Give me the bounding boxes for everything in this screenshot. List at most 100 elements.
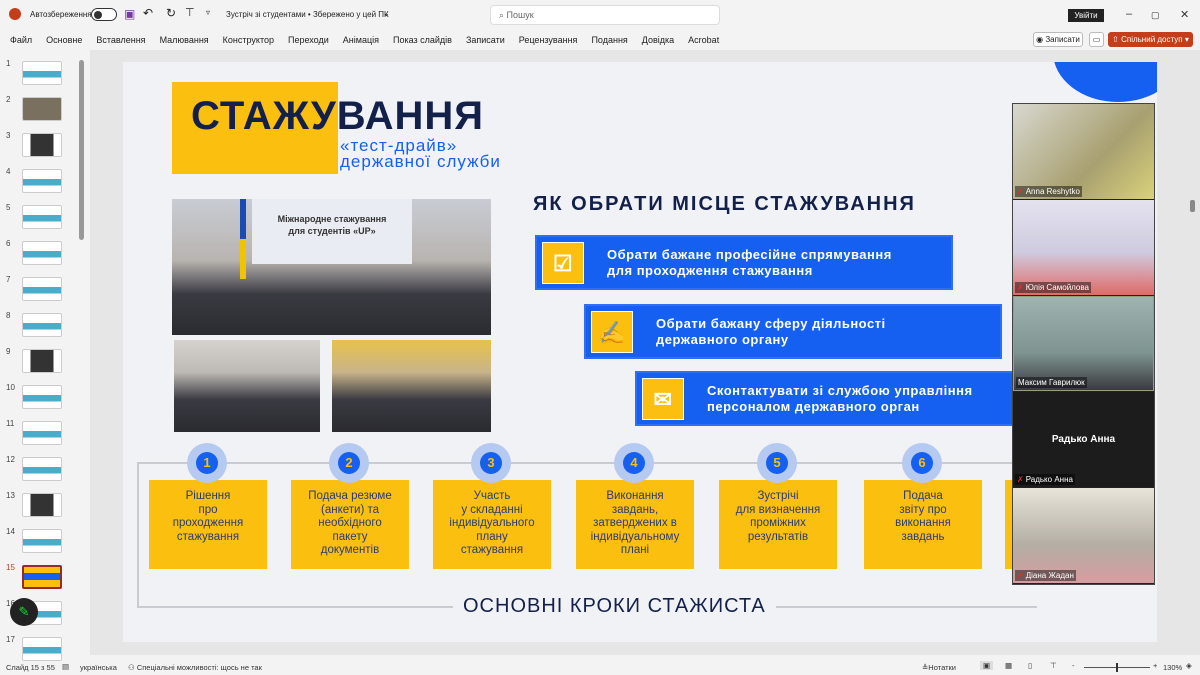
restore-icon[interactable]: ▢ [1151,10,1160,21]
participant-tile-5[interactable]: ✗ Діана Жадан [1013,488,1154,583]
video-participants-panel: ✗ Anna Reshytko ✗ Юлія Самойлова Максим Га… [1012,103,1155,585]
group-photo-2 [174,340,320,432]
ribbon-tab-3[interactable]: Малювання [160,35,209,45]
pen-tool-button[interactable]: ✎ [10,598,38,626]
step-box: Виконання завдань, затверджених в індиві… [576,480,694,569]
redo-icon[interactable]: ↻ [166,6,176,20]
minimize-icon[interactable]: – [1126,8,1132,20]
ribbon-tab-10[interactable]: Подання [591,35,627,45]
document-hand-icon: ✍ [591,311,633,353]
zoom-in-button[interactable]: + [1153,661,1157,670]
zoom-slider[interactable] [1084,663,1150,672]
slide-sorter-icon[interactable]: ▦ [1005,661,1012,670]
participant-name: Юлія Самойлова [1025,283,1089,292]
accessibility-status[interactable]: ⚇ Спеціальні можливості: щось не так [128,663,262,672]
slide-thumbnail[interactable] [22,529,62,553]
slide-thumbnail[interactable] [22,241,62,265]
ribbon-tabs: Файл Основне Вставлення Малювання Конструкто… [0,30,1200,50]
participant-tile-2[interactable]: ✗ Юлія Самойлова [1013,200,1154,295]
participant-tile-1[interactable]: ✗ Anna Reshytko [1013,104,1154,199]
step-number: 1 [196,452,218,474]
slide-number: 2 [6,95,11,104]
ribbon-tab-4[interactable]: Конструктор [223,35,274,45]
reading-view-icon[interactable]: ▯ [1028,661,1032,670]
ribbon-tab-5[interactable]: Переходи [288,35,329,45]
ribbon-tab-6[interactable]: Анімація [343,35,379,45]
zoom-out-button[interactable]: - [1072,661,1075,670]
save-icon[interactable]: ▣ [124,7,135,21]
slide-thumbnail[interactable] [22,565,62,589]
spellcheck-icon[interactable]: ▤ [62,662,69,671]
participant-name: Радько Анна [1025,475,1073,484]
step-number-badge: 4 [614,443,654,483]
option-2-line-2: державного органу [656,332,789,347]
step-box: Зустрічі для визначення проміжних резуль… [719,480,837,569]
slide-thumbnail[interactable] [22,277,62,301]
option-2-line-1: Обрати бажану сферу діяльності [656,316,886,331]
slide-number: 14 [6,527,15,536]
group-photo-3 [332,340,491,432]
ribbon-tab-2[interactable]: Вставлення [96,35,145,45]
slide-thumbnail[interactable] [22,637,62,661]
slide-thumbnail[interactable] [22,97,62,121]
ribbon-tab-0[interactable]: Файл [10,35,32,45]
ribbon-tab-9[interactable]: Рецензування [519,35,578,45]
chevron-down-icon[interactable]: ⌄ [383,9,390,18]
step-box: Участь у складанні індивідуального плану… [433,480,551,569]
slide-number: 15 [6,563,15,572]
record-button[interactable]: ◉ Записати [1033,32,1083,47]
ribbon-tab-12[interactable]: Acrobat [688,35,719,45]
comments-icon[interactable]: ▭ [1089,32,1104,47]
slide-thumbnail[interactable] [22,61,62,85]
slide-thumbnail[interactable] [22,169,62,193]
decorative-circle [1053,62,1157,102]
option-box-3: ✉ Сконтактувати зі службою управління перс… [635,371,1065,426]
slide[interactable]: СТАЖУВАННЯ «тест-драйв» державної служби … [123,62,1157,642]
slideshow-icon[interactable]: ⊤ [1050,661,1057,670]
close-icon[interactable]: ✕ [1180,8,1189,21]
participant-tile-4[interactable]: Радько Анна ✗ Радько Анна [1013,392,1154,487]
option-3-line-1: Сконтактувати зі службою управління [707,383,973,398]
ribbon-tab-8[interactable]: Записати [466,35,505,45]
document-title[interactable]: Зустріч зі студентами • Збережено у цей … [226,10,389,19]
slide-thumbnail[interactable] [22,133,62,157]
present-icon[interactable]: ⊤ [185,6,195,19]
language-indicator[interactable]: українська [80,663,117,672]
ribbon-tab-11[interactable]: Довідка [642,35,674,45]
slide-thumbnail[interactable] [22,349,62,373]
participant-tile-3[interactable]: Максим Гаврилюк [1013,296,1154,391]
ribbon-tab-1[interactable]: Основне [46,35,82,45]
step-number: 5 [766,452,788,474]
autosave-toggle[interactable] [91,8,117,21]
slide-thumbnail[interactable] [22,205,62,229]
slide-thumbnails-panel: 1 2 3 4 5 6 7 8 9 10 11 12 13 14 15 16 17 [0,55,80,661]
step-number-badge: 6 [902,443,942,483]
pen-icon: ✎ [18,604,30,619]
sign-in-button[interactable]: Увійти [1068,9,1104,22]
option-1-line-2: для проходження стажування [607,263,813,278]
notes-button[interactable]: ≜Нотатки [922,663,956,672]
slide-thumbnail[interactable] [22,313,62,337]
customize-qat-icon[interactable]: ▿ [206,8,210,17]
muted-mic-icon: ✗ [1017,571,1024,580]
slide-thumbnail[interactable] [22,457,62,481]
normal-view-icon[interactable]: ▣ [980,661,994,670]
slide-thumbnail[interactable] [22,385,62,409]
ribbon-tab-7[interactable]: Показ слайдів [393,35,452,45]
step-box: Рішення про проходження стажування [149,480,267,569]
zoom-level[interactable]: 130% [1163,663,1182,672]
search-input[interactable]: ⌕ Пошук [490,5,720,25]
fit-slide-icon[interactable]: ◈ [1186,661,1192,670]
undo-icon[interactable]: ↶ [143,6,153,20]
status-bar: Слайд 15 з 55 ▤ українська ⚇ Спеціальні … [0,660,1200,675]
photo-caption-1: Міжнародне стажування [277,214,387,224]
thumbnail-scrollbar[interactable] [79,60,84,240]
autosave-label: Автозбереження [30,10,92,19]
editor-scrollbar[interactable] [1190,200,1195,212]
slide-thumbnail[interactable] [22,493,62,517]
accessibility-label: Спеціальні можливості: щось не так [136,663,262,672]
record-label: Записати [1045,35,1080,44]
slide-thumbnail[interactable] [22,421,62,445]
share-button[interactable]: ⇧ Спільний доступ ▾ [1108,32,1193,47]
muted-mic-icon: ✗ [1017,475,1024,484]
